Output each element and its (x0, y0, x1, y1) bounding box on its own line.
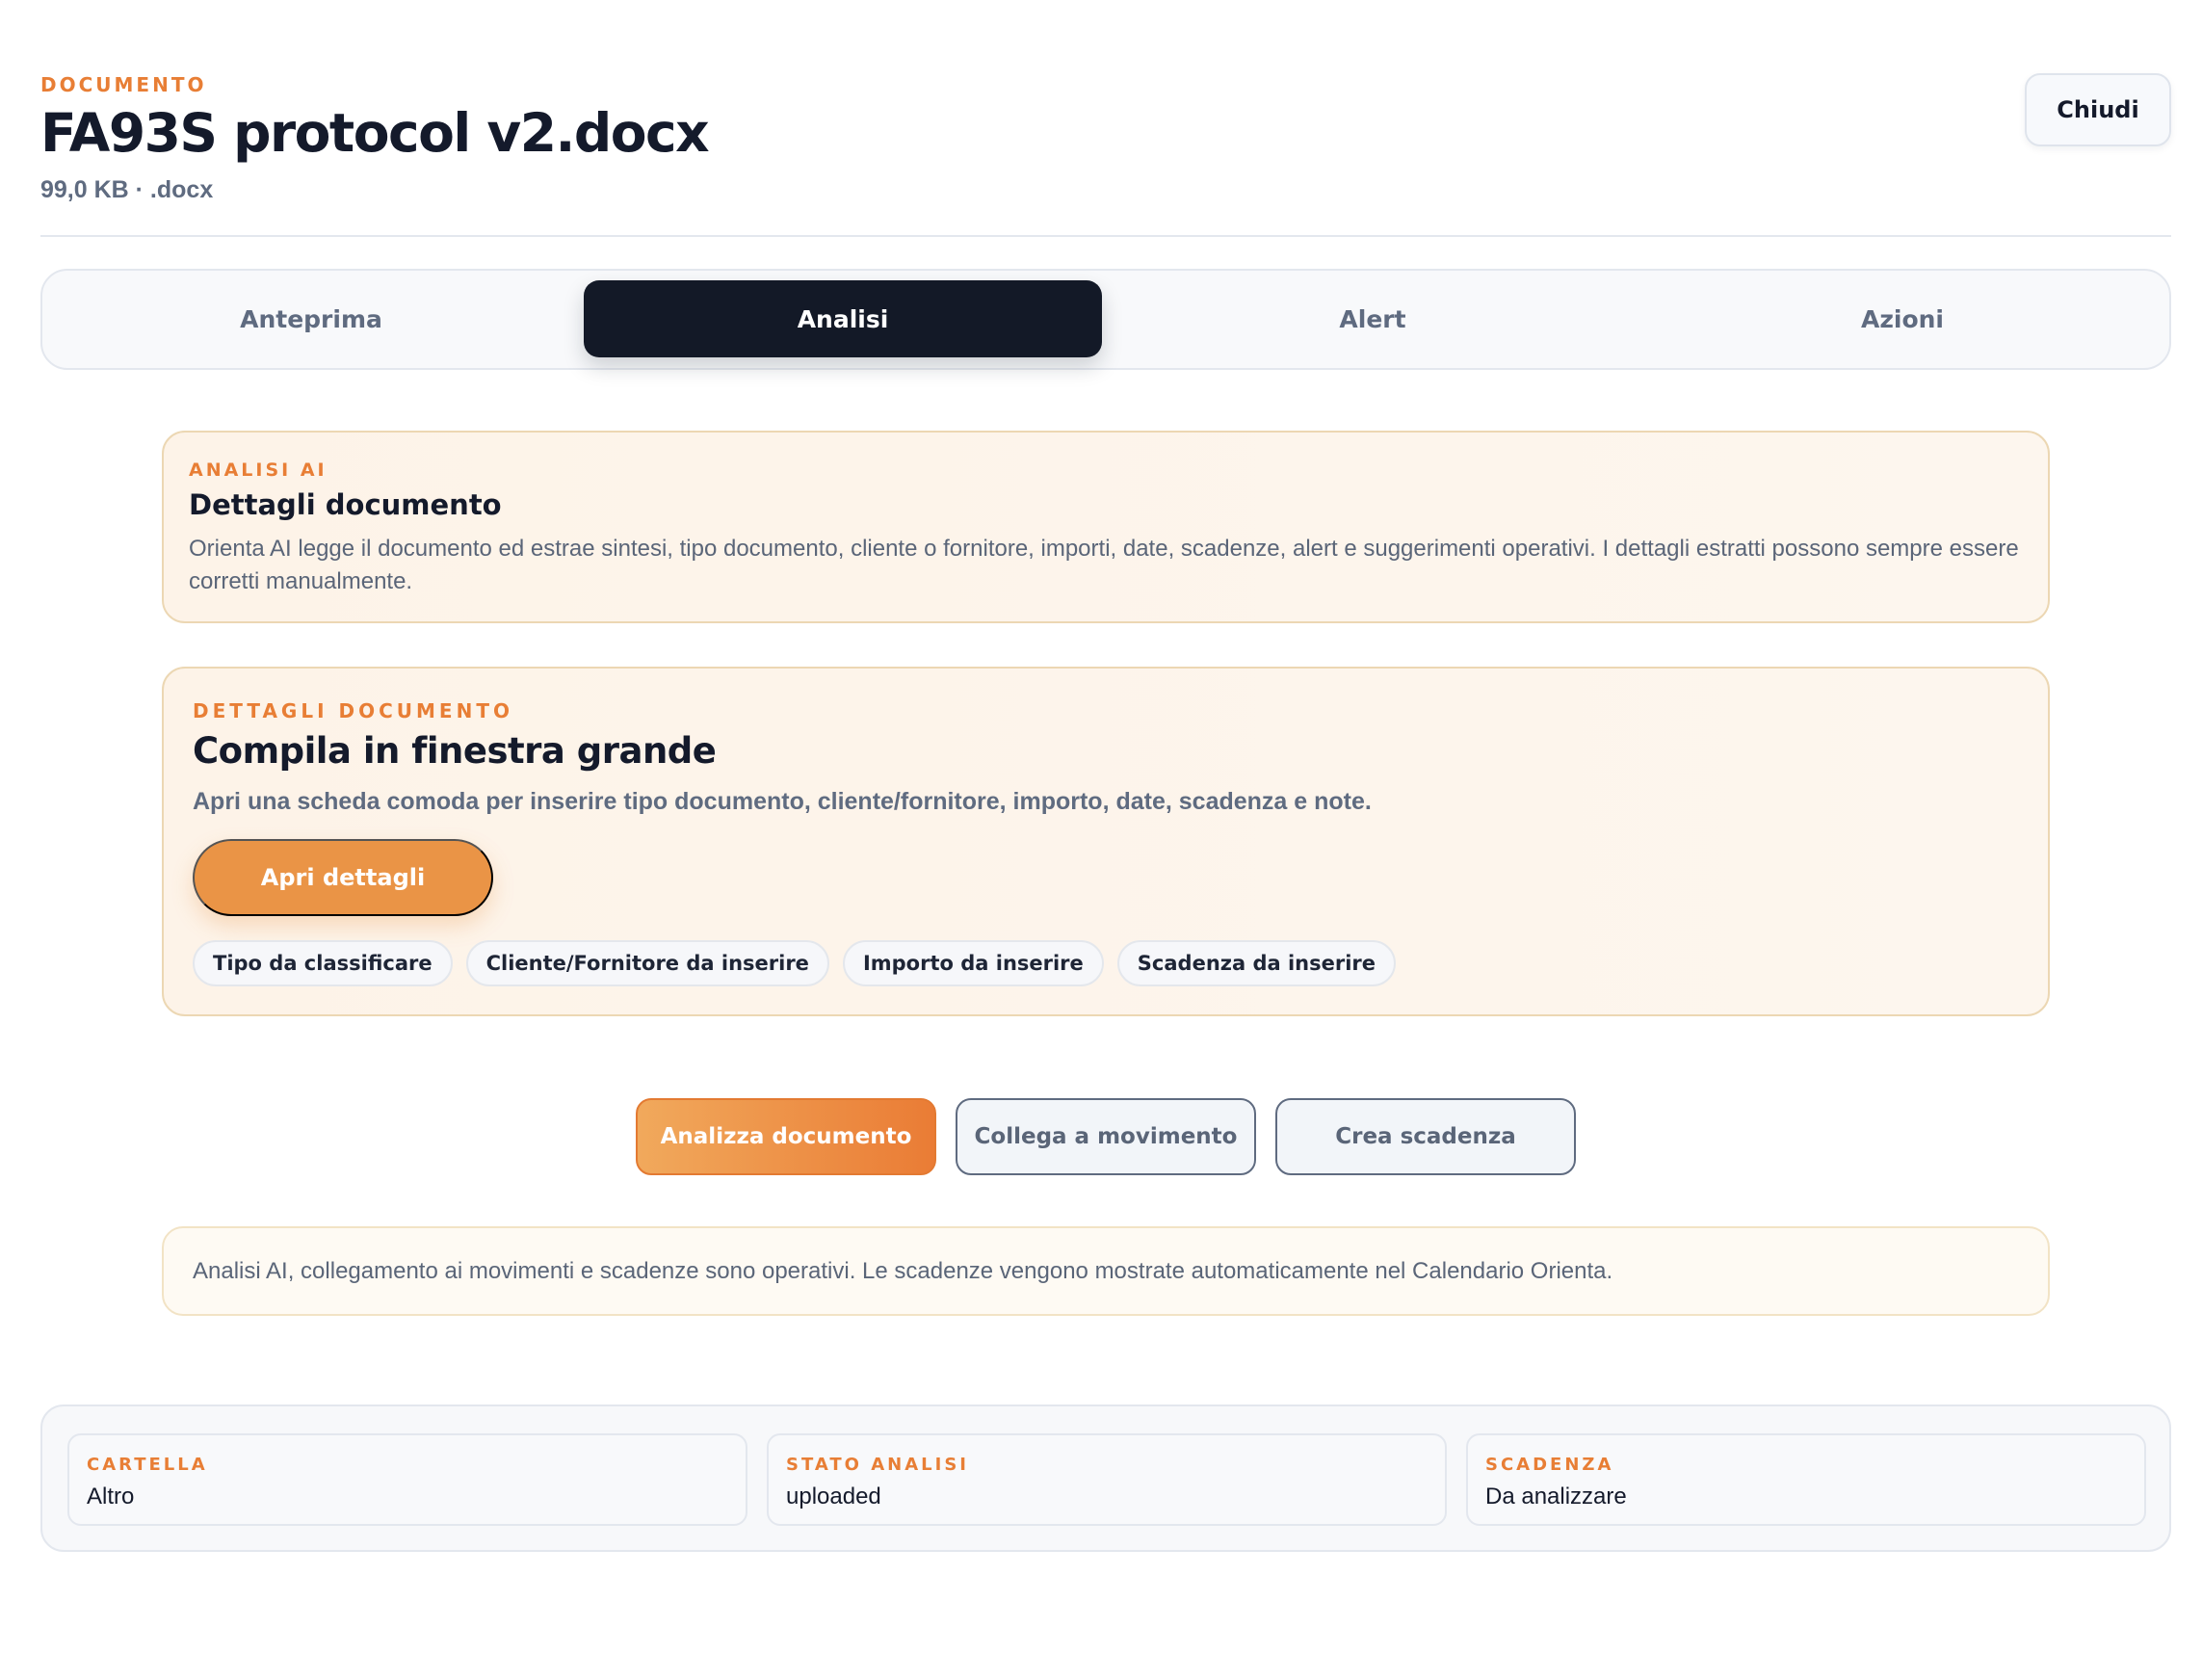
details-card-title: Compila in finestra grande (193, 730, 717, 772)
summary-folder-value: Altro (87, 1483, 135, 1509)
link-movement-button[interactable]: Collega a movimento (956, 1098, 1256, 1175)
chip-type: Tipo da classificare (193, 940, 453, 986)
tab-azioni[interactable]: Azioni (1643, 280, 2162, 357)
tab-analisi[interactable]: Analisi (584, 280, 1102, 357)
summary-deadline-value: Da analizzare (1485, 1483, 1627, 1509)
missing-fields-chips: Tipo da classificare Cliente/Fornitore d… (193, 940, 1397, 986)
document-detail-page: DOCUMENTO FA93S protocol v2.docx 99,0 KB… (0, 0, 2202, 1680)
analyze-document-button[interactable]: Analizza documento (636, 1098, 936, 1175)
info-notice: Analisi AI, collegamento ai movimenti e … (162, 1226, 2050, 1316)
tab-anteprima[interactable]: Anteprima (52, 280, 570, 357)
tab-alert[interactable]: Alert (1114, 280, 1632, 357)
summary-deadline: SCADENZA Da analizzare (1466, 1433, 2146, 1526)
summary-analysis-status: STATO ANALISI uploaded (767, 1433, 1447, 1526)
document-meta: 99,0 KB · .docx (40, 176, 214, 203)
info-notice-text: Analisi AI, collegamento ai movimenti e … (193, 1257, 1613, 1284)
document-details-card: DETTAGLI DOCUMENTO Compila in finestra g… (162, 667, 2050, 1016)
ai-analysis-card: ANALISI AI Dettagli documento Orienta AI… (162, 431, 2050, 623)
details-card-eyebrow: DETTAGLI DOCUMENTO (193, 699, 513, 722)
summary-status-value: uploaded (786, 1483, 881, 1509)
summary-folder-label: CARTELLA (87, 1455, 208, 1475)
tab-bar: Anteprima Analisi Alert Azioni (40, 269, 2171, 370)
document-summary-panel: CARTELLA Altro STATO ANALISI uploaded SC… (40, 1404, 2171, 1552)
chip-customer-supplier: Cliente/Fornitore da inserire (465, 940, 829, 986)
summary-status-label: STATO ANALISI (786, 1455, 969, 1475)
details-card-description: Apri una scheda comoda per inserire tipo… (193, 788, 1372, 815)
document-eyebrow: DOCUMENTO (40, 73, 207, 96)
header-divider (40, 235, 2171, 237)
summary-folder: CARTELLA Altro (67, 1433, 747, 1526)
close-button[interactable]: Chiudi (2025, 73, 2171, 146)
chip-deadline: Scadenza da inserire (1116, 940, 1397, 986)
chip-amount: Importo da inserire (842, 940, 1104, 986)
open-details-button[interactable]: Apri dettagli (193, 839, 493, 916)
create-deadline-button[interactable]: Crea scadenza (1275, 1098, 1576, 1175)
ai-card-title: Dettagli documento (189, 488, 502, 521)
document-title: FA93S protocol v2.docx (40, 102, 710, 164)
ai-card-description: Orienta AI legge il documento ed estrae … (189, 536, 2019, 594)
summary-deadline-label: SCADENZA (1485, 1455, 1614, 1475)
ai-card-eyebrow: ANALISI AI (189, 459, 328, 481)
